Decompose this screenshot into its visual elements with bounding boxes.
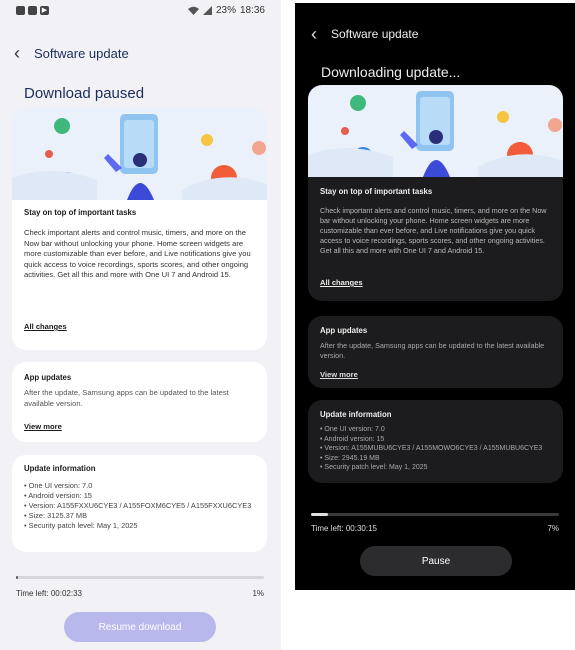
- feature-card-body: Check important alerts and control music…: [320, 206, 547, 255]
- time-left: Time left: 00:30:15: [311, 524, 377, 533]
- info-item: Size: 2945.19 MB: [320, 454, 560, 464]
- page-title: Downloading update...: [321, 64, 461, 80]
- update-info-card: Update information One UI version: 7.0 A…: [12, 455, 267, 552]
- info-item: Version: A155FXXU6CYE3 / A155FOXM6CYE5 /…: [24, 501, 259, 511]
- app-bar-title: Software update: [331, 27, 419, 41]
- light-screen: ▶ 23% 18:36 ‹ Software update Download p…: [0, 0, 281, 650]
- notification-icons: ▶: [16, 6, 49, 15]
- app-bar: ‹ Software update: [311, 25, 418, 43]
- info-item: Size: 3125.37 MB: [24, 511, 259, 521]
- app-updates-card: App updates After the update, Samsung ap…: [12, 362, 267, 442]
- app-updates-title: App updates: [24, 373, 72, 382]
- calendar-icon: [28, 6, 37, 15]
- app-bar-title: Software update: [34, 45, 129, 61]
- signal-icon: [202, 6, 212, 15]
- view-more-link[interactable]: View more: [320, 370, 358, 379]
- info-item: One UI version: 7.0: [320, 425, 560, 435]
- info-item: Security patch level: May 1, 2025: [24, 521, 259, 531]
- back-arrow-icon[interactable]: ‹: [14, 44, 20, 62]
- feature-card-body: Check important alerts and control music…: [24, 228, 251, 280]
- update-info-list: One UI version: 7.0 Android version: 15 …: [24, 481, 259, 531]
- time-left: Time left: 00:02:33: [16, 589, 82, 598]
- info-item: Android version: 15: [24, 491, 259, 501]
- feature-card-title: Stay on top of important tasks: [24, 208, 137, 217]
- dark-screen: ‹ Software update Downloading update... …: [295, 3, 575, 590]
- update-info-card: Update information One UI version: 7.0 A…: [308, 400, 563, 483]
- feature-card: Stay on top of important tasks Check imp…: [12, 108, 267, 350]
- back-arrow-icon[interactable]: ‹: [311, 25, 317, 43]
- download-progress-bar: [16, 576, 264, 579]
- view-more-link[interactable]: View more: [24, 422, 62, 431]
- resume-download-button[interactable]: Resume download: [64, 612, 216, 642]
- feature-illustration: [12, 108, 267, 200]
- download-progress-fill: [16, 576, 19, 579]
- app-updates-title: App updates: [320, 326, 368, 335]
- feature-illustration: [308, 85, 563, 177]
- feature-card: Stay on top of important tasks Check imp…: [308, 85, 563, 301]
- clock: 18:36: [239, 5, 265, 16]
- all-changes-link[interactable]: All changes: [320, 278, 363, 287]
- info-item: Version: A155MUBU6CYE3 / A155MOWO6CYE3 /…: [320, 444, 560, 454]
- pause-button[interactable]: Pause: [360, 546, 512, 576]
- app-updates-body: After the update, Samsung apps can be up…: [320, 341, 545, 360]
- youtube-icon: ▶: [40, 6, 49, 15]
- app-updates-body: After the update, Samsung apps can be up…: [24, 388, 229, 408]
- wifi-icon: [187, 6, 199, 15]
- update-info-title: Update information: [24, 464, 96, 473]
- update-info-list: One UI version: 7.0 Android version: 15 …: [320, 425, 560, 473]
- info-item: Android version: 15: [320, 435, 560, 445]
- app-updates-card: App updates After the update, Samsung ap…: [308, 316, 563, 388]
- progress-percent: 7%: [547, 524, 559, 533]
- info-item: Security patch level: May 1, 2025: [320, 463, 560, 473]
- page-title: Download paused: [24, 85, 145, 102]
- battery-percent: 23%: [215, 5, 236, 16]
- download-progress-fill: [311, 513, 329, 516]
- info-item: One UI version: 7.0: [24, 481, 259, 491]
- status-right: 23% 18:36: [187, 5, 265, 16]
- update-info-title: Update information: [320, 410, 392, 419]
- all-changes-link[interactable]: All changes: [24, 322, 67, 331]
- download-progress-bar: [311, 513, 559, 516]
- feature-card-title: Stay on top of important tasks: [320, 187, 433, 196]
- app-bar: ‹ Software update: [14, 44, 129, 62]
- status-bar: ▶ 23% 18:36: [0, 0, 281, 22]
- progress-percent: 1%: [252, 589, 264, 598]
- gallery-icon: [16, 6, 25, 15]
